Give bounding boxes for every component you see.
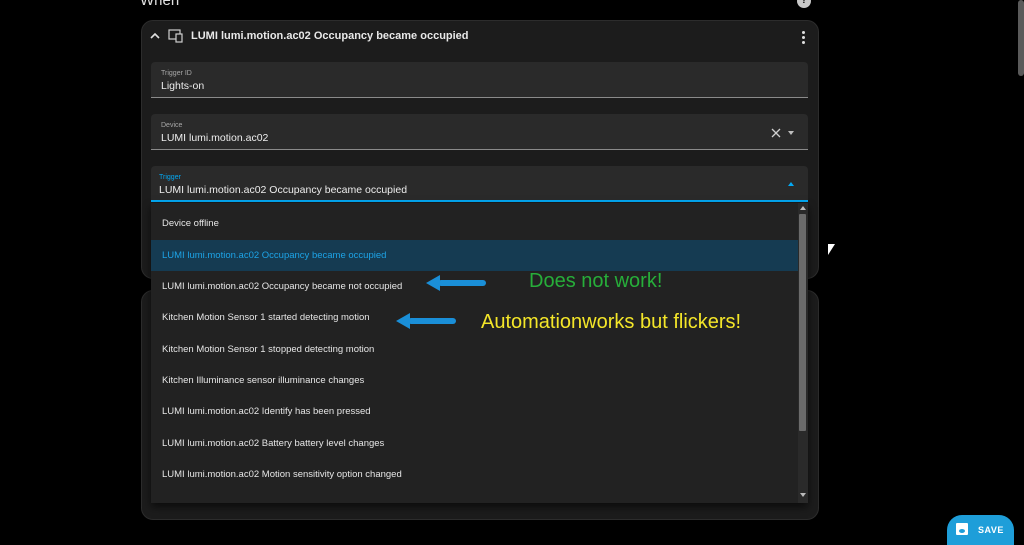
dropdown-option[interactable]: LUMI lumi.motion.ac02 Battery battery le… — [151, 428, 798, 459]
trigger-dropdown-list[interactable]: Device offline LUMI lumi.motion.ac02 Occ… — [151, 203, 808, 503]
annotation-note: Automationworks but flickers! — [481, 311, 742, 333]
dropdown-option[interactable]: LUMI lumi.motion.ac02 Occupancy became n… — [151, 271, 798, 302]
chevron-up-icon[interactable] — [788, 182, 794, 186]
trigger-id-field[interactable]: Trigger ID Lights-on — [151, 62, 808, 98]
save-button[interactable]: SAVE — [947, 515, 1014, 545]
section-title: When — [140, 0, 180, 9]
close-icon[interactable] — [771, 128, 781, 138]
annotation-note: Does not work! — [529, 270, 663, 292]
annotation-arrow-icon — [426, 275, 486, 291]
device-icon — [168, 29, 183, 43]
scroll-up-icon[interactable] — [800, 206, 806, 210]
more-vert-icon[interactable] — [797, 30, 809, 44]
chevron-down-icon[interactable] — [788, 131, 794, 135]
save-label: SAVE — [978, 525, 1004, 535]
help-icon[interactable]: ? — [797, 0, 811, 8]
dropdown-option[interactable]: Kitchen Motion Sensor 1 stopped detectin… — [151, 334, 798, 365]
trigger-value: LUMI lumi.motion.ac02 Occupancy became o… — [159, 184, 408, 196]
mouse-cursor-icon — [828, 244, 835, 255]
dropdown-option-selected[interactable]: LUMI lumi.motion.ac02 Occupancy became o… — [151, 240, 798, 271]
trigger-id-value: Lights-on — [161, 80, 205, 92]
dropdown-option[interactable]: Kitchen Illuminance sensor illuminance c… — [151, 365, 798, 396]
dropdown-option[interactable]: LUMI lumi.motion.ac02 Identify has been … — [151, 396, 798, 427]
trigger-id-label: Trigger ID — [161, 70, 192, 77]
device-field[interactable]: Device LUMI lumi.motion.ac02 — [151, 114, 808, 150]
floppy-disk-icon — [956, 523, 968, 535]
annotation-arrow-icon — [396, 313, 456, 329]
page-scrollbar[interactable] — [1018, 0, 1024, 76]
dropdown-scrollbar[interactable] — [798, 203, 808, 503]
device-label: Device — [161, 122, 183, 129]
chevron-up-icon[interactable] — [150, 31, 160, 41]
scroll-down-icon[interactable] — [800, 493, 806, 497]
trigger-card-header[interactable]: LUMI lumi.motion.ac02 Occupancy became o… — [142, 21, 818, 51]
dropdown-option[interactable]: Device offline — [151, 208, 798, 239]
device-value: LUMI lumi.motion.ac02 — [161, 132, 269, 144]
scrollbar-thumb[interactable] — [799, 214, 806, 431]
trigger-label: Trigger — [159, 174, 181, 181]
trigger-select[interactable]: Trigger LUMI lumi.motion.ac02 Occupancy … — [151, 166, 808, 202]
trigger-card-title: LUMI lumi.motion.ac02 Occupancy became o… — [191, 30, 469, 42]
dropdown-option[interactable]: LUMI lumi.motion.ac02 Motion sensitivity… — [151, 459, 798, 490]
